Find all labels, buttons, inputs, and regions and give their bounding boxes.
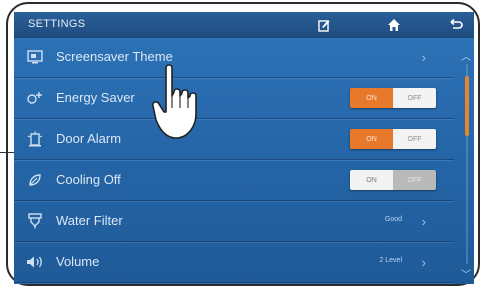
row-label: Energy Saver — [56, 90, 135, 105]
row-label: Cooling Off — [56, 172, 121, 187]
row-volume[interactable]: Volume 2 Level › — [14, 242, 454, 283]
chevron-right-icon: › — [421, 214, 426, 229]
row-screensaver-theme[interactable]: Screensaver Theme › — [14, 37, 454, 78]
row-label: Volume — [56, 254, 100, 269]
toggle-off[interactable]: OFF — [393, 88, 436, 108]
toggle-off[interactable]: OFF — [393, 129, 436, 149]
door-alarm-icon — [26, 130, 44, 148]
chevron-right-icon: › — [421, 50, 426, 65]
chevron-right-icon: › — [421, 255, 426, 270]
touch-screen: SETTINGS Screensaver Theme › Energy Save… — [14, 12, 474, 284]
cooling-off-toggle[interactable]: ON OFF — [350, 170, 436, 190]
callout-line — [0, 152, 14, 153]
row-water-filter[interactable]: Water Filter Good › — [14, 201, 454, 242]
status-text: Good — [384, 216, 402, 223]
row-door-alarm: Door Alarm ON OFF — [14, 119, 454, 160]
row-label: Door Alarm — [56, 131, 122, 146]
water-filter-icon — [26, 212, 44, 230]
energy-saver-toggle[interactable]: ON OFF — [350, 88, 436, 108]
row-cooling-off: Cooling Off ON OFF — [14, 160, 454, 201]
scrollbar-thumb[interactable] — [465, 76, 469, 136]
scroll-down-icon[interactable]: ﹀ — [461, 266, 471, 281]
row-label: Water Filter — [56, 213, 123, 228]
edit-icon[interactable] — [314, 15, 334, 34]
screensaver-icon — [26, 48, 44, 66]
top-bar: SETTINGS — [14, 12, 474, 37]
energy-saver-icon — [26, 89, 44, 107]
cooling-off-icon — [26, 171, 44, 189]
row-energy-saver: Energy Saver ON OFF — [14, 78, 454, 119]
home-icon[interactable] — [384, 15, 404, 34]
scroll-up-icon[interactable]: ︿ — [461, 48, 471, 63]
toggle-on[interactable]: ON — [350, 88, 393, 108]
touch-hand-icon — [152, 62, 222, 144]
status-text: 2 Level — [379, 257, 402, 264]
toggle-on[interactable]: ON — [350, 129, 393, 149]
volume-icon — [26, 253, 44, 271]
door-alarm-toggle[interactable]: ON OFF — [350, 129, 436, 149]
toggle-off[interactable]: OFF — [393, 170, 436, 190]
page-title: SETTINGS — [28, 18, 86, 30]
toggle-on[interactable]: ON — [350, 170, 393, 190]
back-icon[interactable] — [446, 15, 466, 34]
